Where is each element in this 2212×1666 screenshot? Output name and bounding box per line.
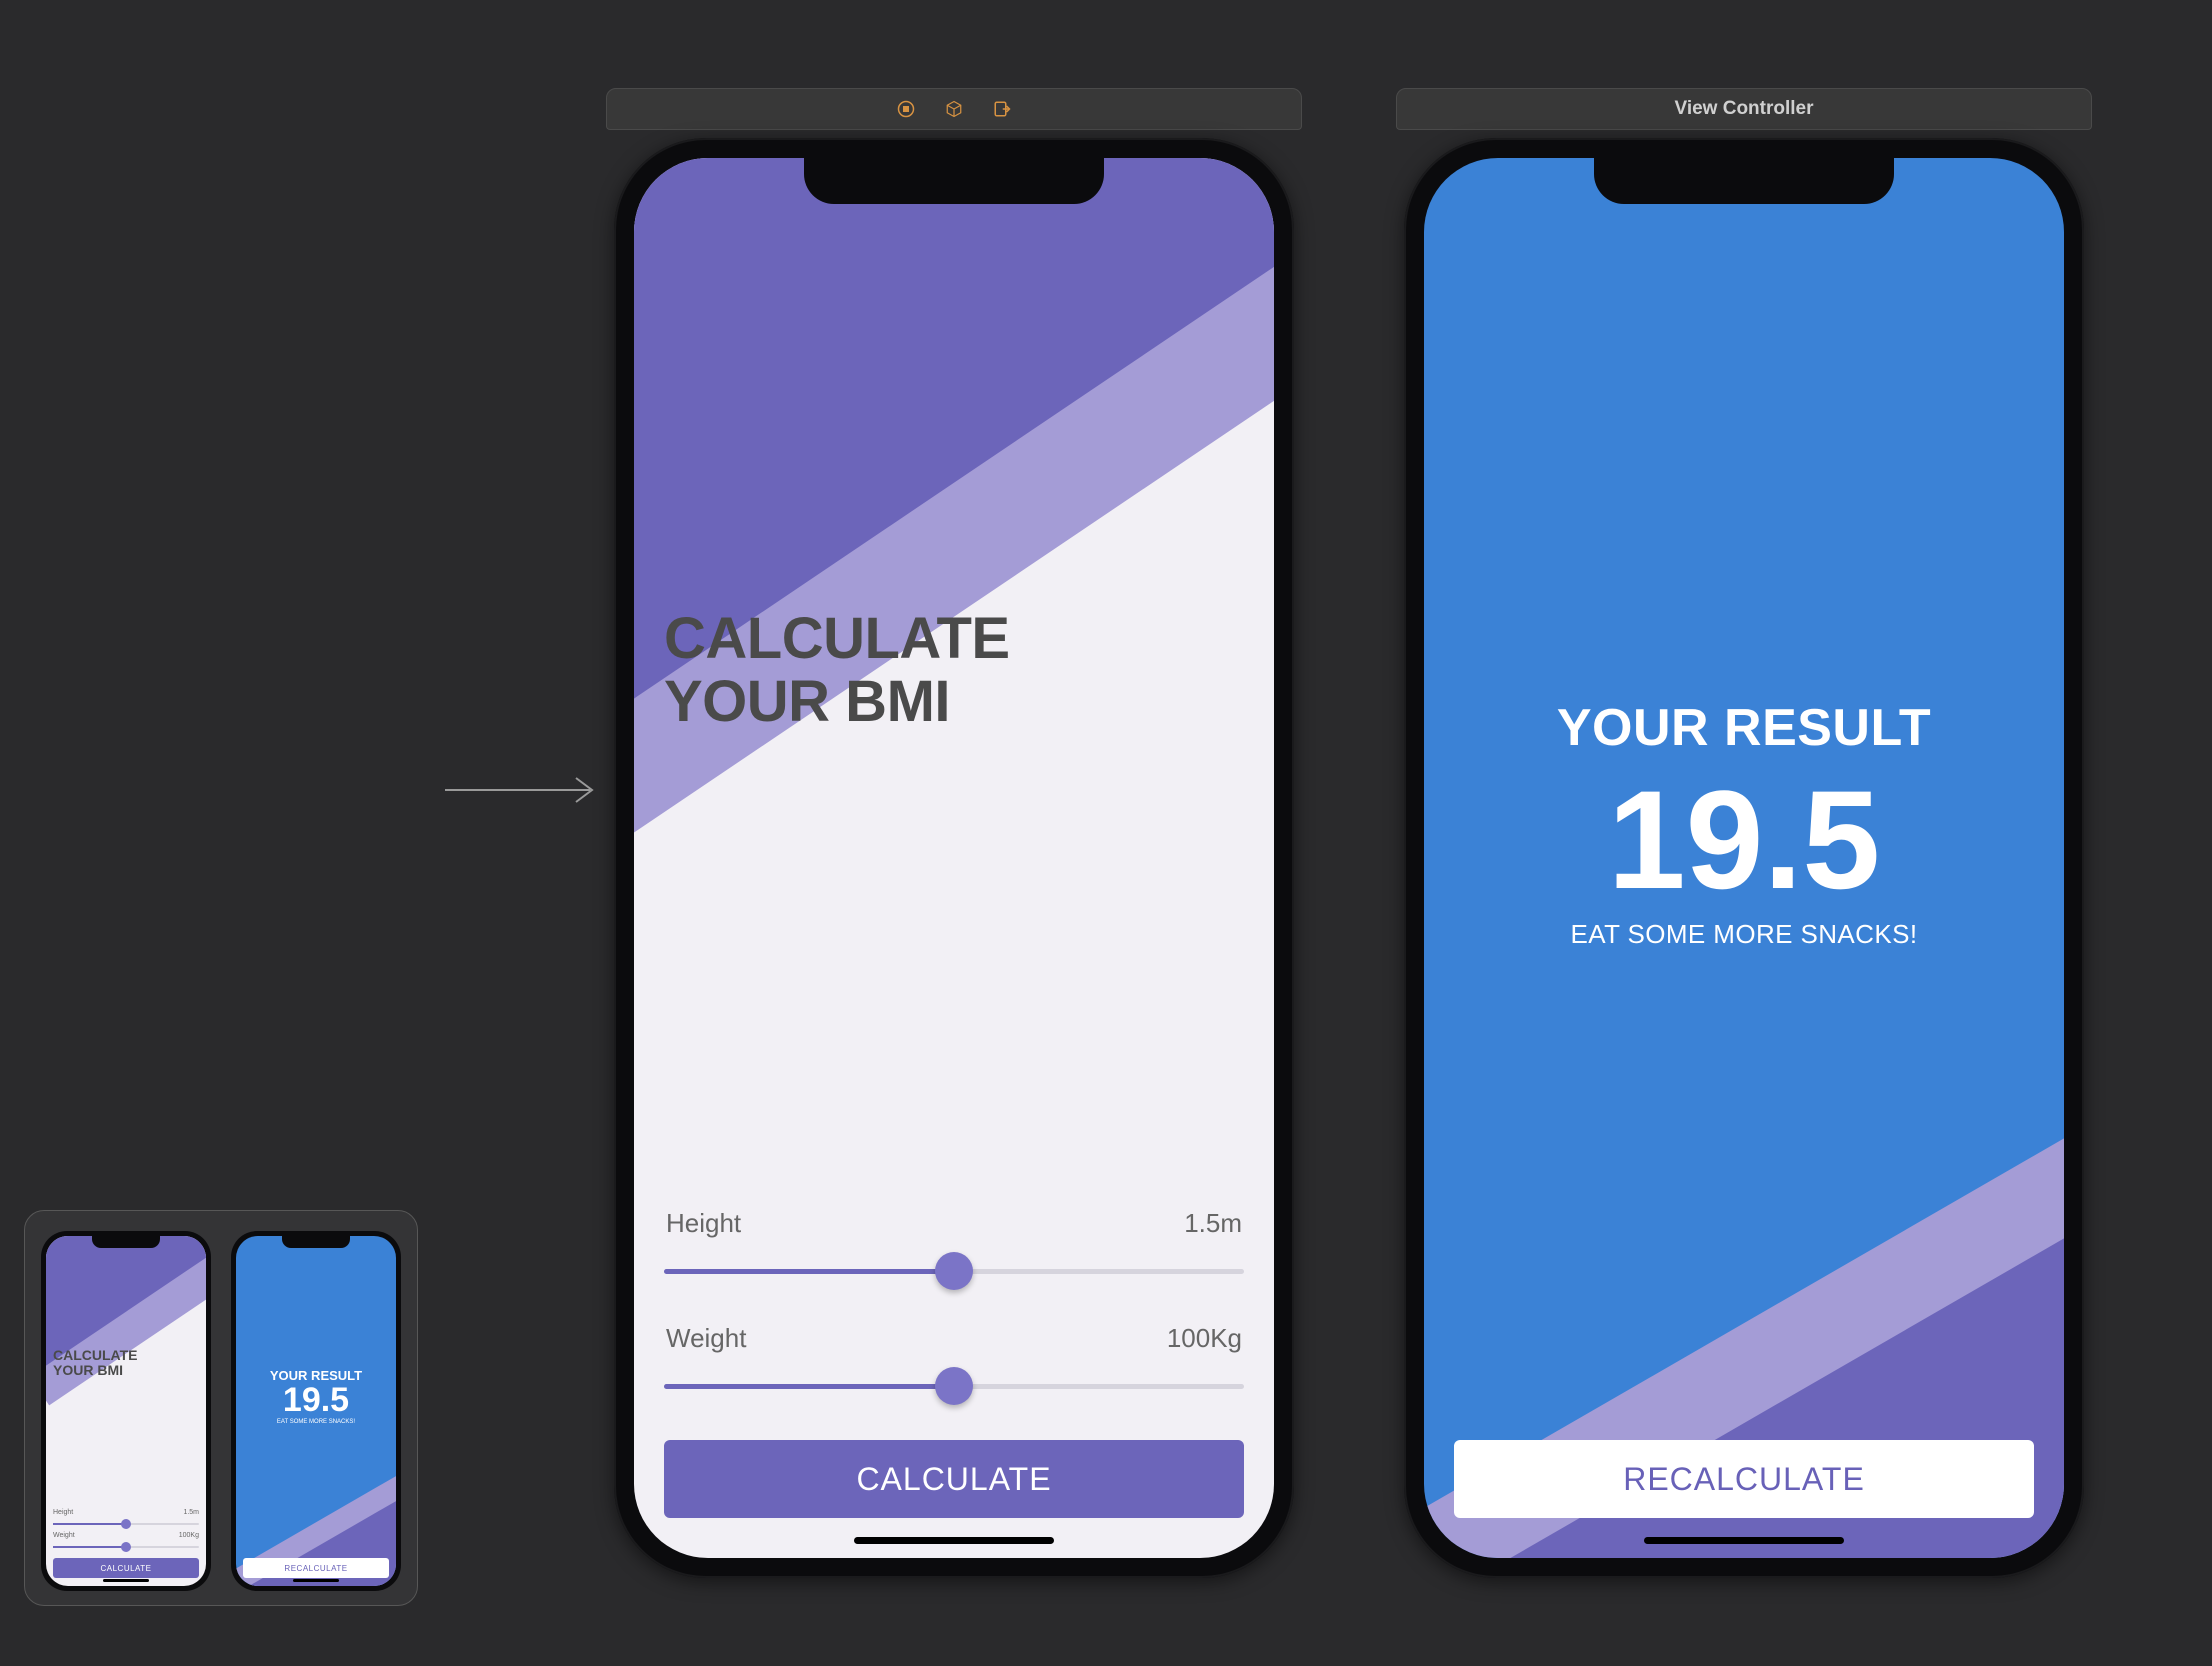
mini-notch xyxy=(92,1236,160,1248)
screen-result: YOUR RESULT 19.5 EAT SOME MORE SNACKS! R… xyxy=(1424,158,2064,1558)
overview-panel[interactable]: CALCULATE YOUR BMI Height 1.5m Weight xyxy=(24,1210,418,1606)
device-notch xyxy=(1594,158,1894,204)
result-value: 19.5 xyxy=(1608,766,1880,913)
weight-slider[interactable] xyxy=(664,1366,1244,1406)
screen-calculate: CALCULATE YOUR BMI Height 1.5m xyxy=(634,158,1274,1558)
calculate-button[interactable]: CALCULATE xyxy=(664,1440,1244,1518)
segue-arrow xyxy=(440,770,610,810)
exit-icon[interactable] xyxy=(991,98,1013,120)
scene-title-right: View Controller xyxy=(1674,98,1813,120)
mini-weight-slider xyxy=(53,1542,199,1552)
result-advice: EAT SOME MORE SNACKS! xyxy=(1571,919,1918,950)
device-notch xyxy=(804,158,1104,204)
weight-slider-block: Weight 100Kg xyxy=(664,1317,1244,1406)
mini-title-2: YOUR BMI xyxy=(53,1363,199,1378)
result-title: YOUR RESULT xyxy=(1557,698,1931,758)
height-label: Height xyxy=(666,1208,741,1239)
storyboard-canvas[interactable]: View Controller CALCULATE YOUR BMI Heig xyxy=(0,0,2212,1666)
title-line-2: YOUR BMI xyxy=(664,671,1244,734)
weight-slider-thumb[interactable] xyxy=(935,1367,973,1405)
height-slider-block: Height 1.5m xyxy=(664,1202,1244,1291)
mini-height-slider xyxy=(53,1519,199,1529)
mini-phone-calculate[interactable]: CALCULATE YOUR BMI Height 1.5m Weight xyxy=(41,1231,211,1591)
mini-title-1: CALCULATE xyxy=(53,1348,199,1363)
mini-phone-result[interactable]: YOUR RESULT 19.5 EAT SOME MORE SNACKS! R… xyxy=(231,1231,401,1591)
height-slider[interactable] xyxy=(664,1251,1244,1291)
home-indicator xyxy=(854,1537,1054,1544)
scene-header-right[interactable]: View Controller xyxy=(1396,88,2092,130)
phone-calculate[interactable]: CALCULATE YOUR BMI Height 1.5m xyxy=(614,138,1294,1578)
mini-home-indicator xyxy=(103,1579,149,1582)
mini-screen-result: YOUR RESULT 19.5 EAT SOME MORE SNACKS! R… xyxy=(236,1236,396,1586)
mini-result-advice: EAT SOME MORE SNACKS! xyxy=(277,1419,355,1425)
mini-weight-label: Weight xyxy=(53,1532,75,1539)
scene-header-left[interactable] xyxy=(606,88,1302,130)
mini-weight-value: 100Kg xyxy=(179,1532,199,1539)
height-value: 1.5m xyxy=(1184,1208,1242,1239)
recalculate-button[interactable]: RECALCULATE xyxy=(1454,1440,2034,1518)
calculate-button-label: CALCULATE xyxy=(856,1461,1051,1498)
mini-calc-title: CALCULATE YOUR BMI xyxy=(53,1348,199,1378)
mini-home-indicator xyxy=(293,1579,339,1582)
mini-height-value: 1.5m xyxy=(183,1509,199,1516)
height-slider-thumb[interactable] xyxy=(935,1252,973,1290)
stop-icon[interactable] xyxy=(895,98,917,120)
mini-result-value: 19.5 xyxy=(283,1383,349,1419)
recalculate-button-label: RECALCULATE xyxy=(1623,1461,1865,1498)
weight-label: Weight xyxy=(666,1323,746,1354)
phone-result[interactable]: YOUR RESULT 19.5 EAT SOME MORE SNACKS! R… xyxy=(1404,138,2084,1578)
mini-height-label: Height xyxy=(53,1509,73,1516)
home-indicator xyxy=(1644,1537,1844,1544)
mini-screen-calculate: CALCULATE YOUR BMI Height 1.5m Weight xyxy=(46,1236,206,1586)
cube-icon[interactable] xyxy=(943,98,965,120)
title-line-1: CALCULATE xyxy=(664,608,1244,671)
calculate-title: CALCULATE YOUR BMI xyxy=(664,608,1244,733)
mini-calc-button-label: CALCULATE xyxy=(100,1564,151,1573)
mini-calculate-button: CALCULATE xyxy=(53,1558,199,1578)
mini-recalc-button-label: RECALCULATE xyxy=(284,1564,347,1573)
mini-recalculate-button: RECALCULATE xyxy=(243,1558,389,1578)
mini-notch xyxy=(282,1236,350,1248)
weight-value: 100Kg xyxy=(1167,1323,1242,1354)
